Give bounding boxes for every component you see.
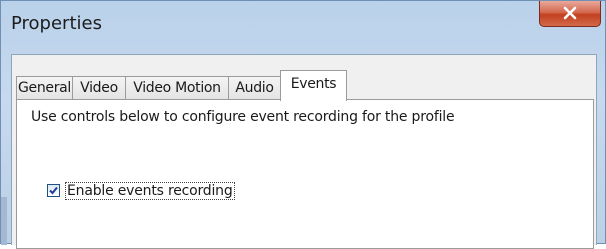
tab-audio[interactable]: Audio — [228, 76, 281, 100]
enable-events-label[interactable]: Enable events recording — [65, 182, 235, 200]
title-bar[interactable]: Properties — [1, 1, 605, 51]
close-button[interactable] — [539, 1, 601, 27]
enable-events-checkbox[interactable] — [47, 184, 60, 197]
tab-general[interactable]: General — [16, 76, 73, 100]
tab-video-motion[interactable]: Video Motion — [125, 76, 229, 100]
tab-label: Video — [80, 80, 118, 96]
close-icon — [563, 6, 577, 20]
tab-label: Audio — [235, 80, 274, 96]
tab-label: Video Motion — [133, 80, 221, 96]
window-border-strip — [1, 197, 7, 245]
panel-description: Use controls below to configure event re… — [31, 109, 455, 125]
tab-video[interactable]: Video — [72, 76, 126, 100]
window-title: Properties — [11, 13, 102, 34]
properties-window: Properties General Video Video Motion Au… — [0, 0, 606, 249]
checkmark-icon — [49, 186, 58, 195]
dialog-client-area: General Video Video Motion Audio Events … — [11, 54, 597, 249]
tab-label: Events — [290, 76, 337, 92]
tab-label: General — [17, 80, 72, 96]
events-tab-panel: Use controls below to configure event re… — [16, 99, 594, 249]
tab-events[interactable]: Events — [280, 70, 347, 101]
